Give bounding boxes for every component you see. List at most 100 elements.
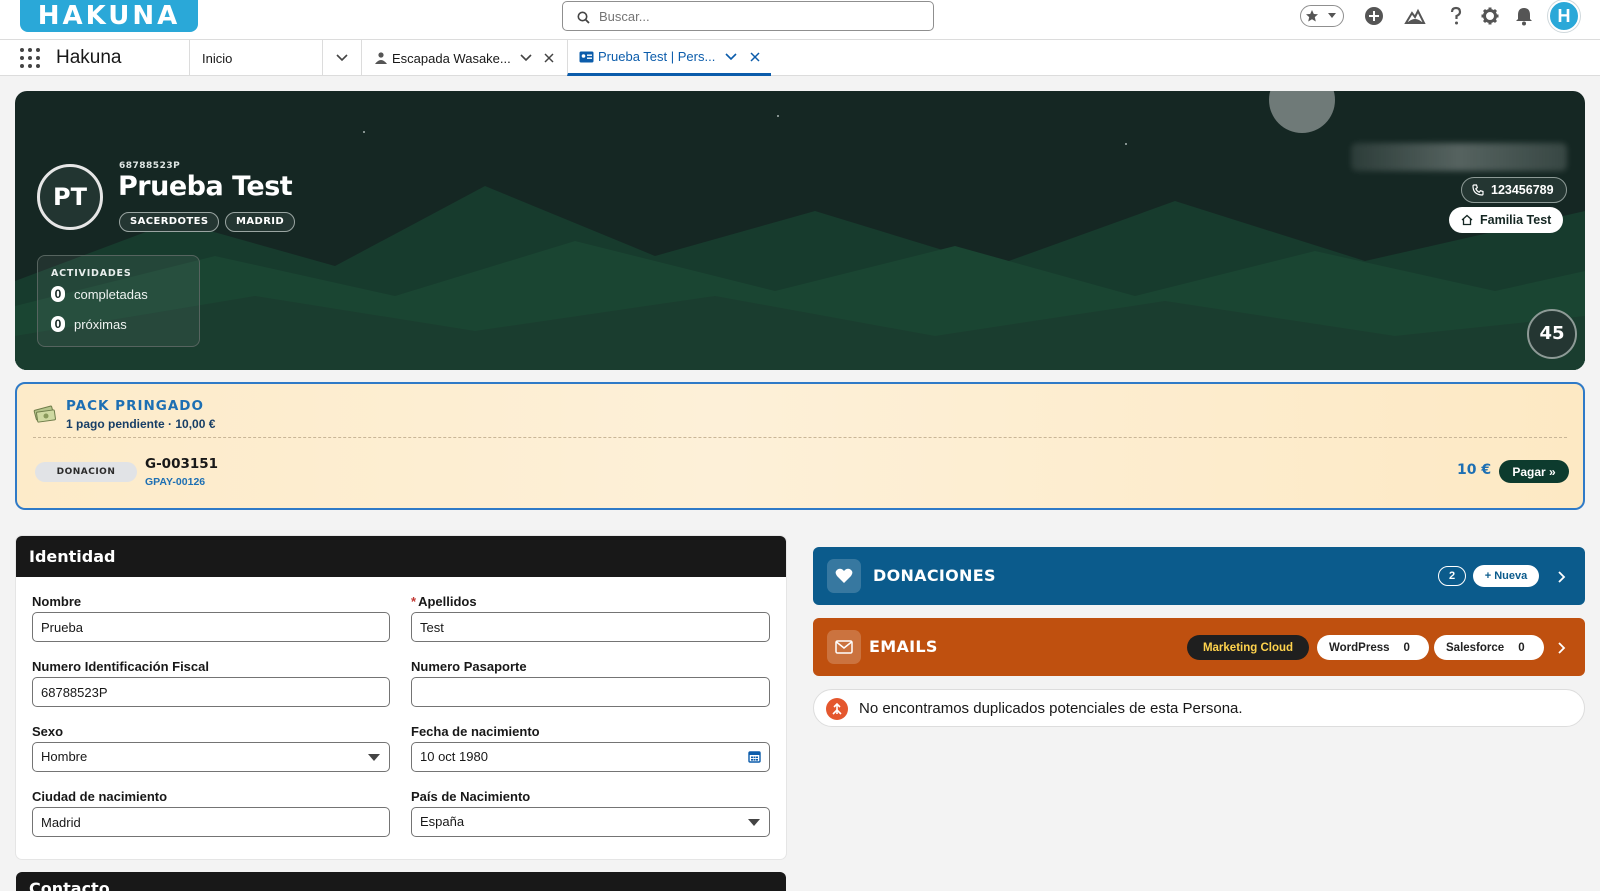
merge-icon [826,698,848,720]
tab-inicio[interactable]: Inicio [189,40,361,76]
source-count: 0 [1518,641,1525,654]
source-name: WordPress [1329,641,1390,654]
app-launcher-icon[interactable] [20,48,40,68]
contact-card-icon [579,51,594,63]
pasaporte-label: Numero Pasaporte [411,659,527,674]
pack-title: PACK PRINGADO [66,398,204,414]
pais-select[interactable]: España [411,807,770,837]
blurred-email [1351,143,1567,171]
duplicates-message: No encontramos duplicados potenciales de… [859,700,1243,717]
tab-label: Inicio [202,50,233,66]
identity-section: Identidad Nombre *Apellidos Numero Ident… [16,536,786,859]
source-name: Marketing Cloud [1202,641,1294,654]
chevron-right-icon[interactable] [1555,641,1569,655]
marketing-cloud-pill[interactable]: Marketing Cloud [1187,635,1309,660]
completed-label: completadas [74,286,148,302]
caret-down-icon [748,819,760,826]
global-search[interactable] [562,1,934,31]
payment-code[interactable]: G-003151 [145,456,218,472]
pack-divider [33,437,1567,438]
person-hero-card: PT 68788523P Prueba Test SACERDOTES MADR… [15,91,1585,370]
app-name: Hakuna [56,47,122,68]
pasaporte-field[interactable] [411,677,770,707]
search-icon [577,11,590,24]
nacimiento-label: Fecha de nacimiento [411,724,540,739]
completed-count: 0 [51,286,65,302]
nombre-label: Nombre [32,594,82,609]
person-avatar: PT [37,164,103,230]
chevron-down-icon[interactable] [517,49,535,67]
close-icon[interactable] [540,49,558,67]
source-count: 0 [1403,641,1410,654]
pay-button[interactable]: Pagar » [1499,460,1569,483]
donations-title: DONACIONES [873,566,996,585]
money-icon [33,402,57,426]
phone-pill[interactable]: 123456789 [1461,177,1567,203]
chevron-right-icon[interactable] [1555,570,1569,584]
nif-label: Numero Identificación Fiscal [32,659,209,674]
calendar-icon[interactable] [748,750,761,763]
ciudad-field[interactable] [32,807,390,837]
tab-prueba-test[interactable]: Prueba Test | Pers... [567,40,771,76]
heart-icon [827,559,861,593]
pack-card: PACK PRINGADO 1 pago pendiente · 10,00 €… [15,382,1585,510]
star-decoration [363,131,365,133]
fecha-nacimiento-value: 10 oct 1980 [420,749,488,764]
caret-down-icon [368,754,380,761]
favorites-group [1300,5,1344,27]
family-pill[interactable]: Familia Test [1449,207,1564,233]
donations-count: 2 [1438,566,1466,586]
star-icon[interactable] [1301,6,1323,26]
sexo-select[interactable]: Hombre [32,742,390,772]
close-icon[interactable] [746,48,764,66]
add-icon[interactable] [1362,4,1386,28]
user-avatar[interactable]: H [1548,0,1580,32]
upcoming-label: próximas [74,316,127,332]
upcoming-activities: 0 próximas [51,316,127,332]
required-marker: * [411,594,417,609]
donations-bar[interactable]: DONACIONES [813,547,1585,605]
home-icon [1461,214,1473,226]
chevron-down-icon[interactable] [1323,6,1341,26]
global-header: HAKUNA H [0,0,1600,40]
gear-icon[interactable] [1478,4,1502,28]
envelope-icon [827,630,861,664]
emails-title: EMAILS [869,637,938,656]
new-donation-button[interactable]: + Nueva [1473,565,1539,587]
document-id: 68788523P [119,161,181,171]
star-decoration [1125,143,1127,145]
activities-box: ACTIVIDADES 0 completadas 0 próximas [37,255,200,347]
payment-amount: 10 € [1457,462,1492,478]
ciudad-label: Ciudad de nacimiento [32,789,168,804]
campaign-icon [374,51,388,65]
nombre-field[interactable] [32,612,390,642]
contact-section-header: Contacto [16,872,786,891]
bell-icon[interactable] [1512,4,1536,28]
person-name: Prueba Test [118,171,293,202]
sexo-value: Hombre [41,749,88,764]
help-icon[interactable] [1444,4,1468,28]
activities-title: ACTIVIDADES [51,268,132,279]
tab-escapada[interactable]: Escapada Wasake... [361,40,567,76]
duplicates-notice: No encontramos duplicados potenciales de… [813,689,1585,727]
trailhead-icon[interactable] [1403,4,1427,28]
chevron-down-icon[interactable] [722,48,740,66]
tab-label: Prueba Test | Pers... [598,49,716,64]
app-navigation: Hakuna Inicio Escapada Wasake... Prueba … [0,40,1600,76]
apellidos-field[interactable] [411,612,770,642]
tab-label: Escapada Wasake... [392,50,510,66]
pais-label: País de Nacimiento [411,789,531,804]
hakuna-logo[interactable]: HAKUNA [20,0,198,32]
pack-subtitle: 1 pago pendiente · 10,00 € [66,417,216,431]
fecha-nacimiento-field[interactable]: 10 oct 1980 [411,742,770,772]
sexo-label: Sexo [32,724,64,739]
chevron-down-icon[interactable] [333,49,351,67]
wordpress-pill[interactable]: WordPress 0 [1317,635,1429,660]
nif-field[interactable] [32,677,390,707]
payment-reference: GPAY-00126 [145,476,206,488]
star-decoration [777,115,779,117]
badge-sacerdotes: SACERDOTES [119,212,220,232]
upcoming-count: 0 [51,316,65,332]
search-input[interactable] [599,6,919,26]
salesforce-pill[interactable]: Salesforce 0 [1434,635,1544,660]
